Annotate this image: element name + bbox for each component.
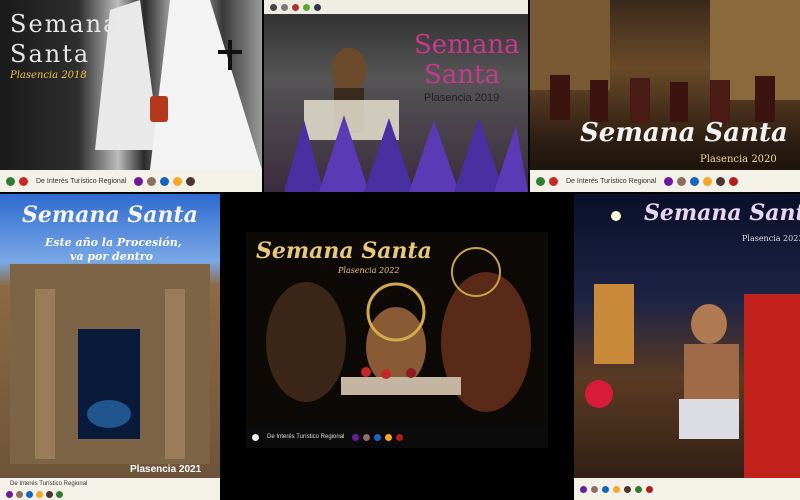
sponsor-logo-row [6,490,63,498]
cofradia-emblem-icon [613,485,620,493]
sponsor-logo-icon [536,176,545,186]
poster-2023: Semana Santa Plasencia 2023 [574,194,800,500]
poster-subtitle: Plasencia 2022 [338,266,400,275]
cofradia-emblem-icon [147,176,157,186]
poster-tagline-line2: va por dentro [70,250,153,263]
poster-2019: Semana Santa Plasencia 2019 [264,0,528,192]
poster-title-line1: Semana [414,30,520,60]
cofradia-emblem-icon [363,433,371,441]
poster-title: Semana Santa [580,118,788,148]
sponsor-logo-icon [252,433,259,441]
poster-title-line2: Santa [10,40,91,68]
poster-title-line2: Santa [424,60,501,90]
sponsor-strip [574,478,800,500]
cofradia-emblem-icon [160,176,170,186]
cofradia-emblem-icon [26,490,33,498]
poster-2020: Semana Santa Plasencia 2020 De Interés T… [530,0,800,192]
sponsor-strip: De Interés Turístico Regional [0,478,220,500]
poster-subtitle: Plasencia 2020 [700,154,777,165]
cofradia-emblem-icon [352,433,360,441]
cofradia-emblem-icon [677,176,687,186]
poster-title: Semana Santa [644,200,800,226]
sponsor-strip: De Interés Turístico Regional [0,170,262,192]
poster-2018: Semana Santa Plasencia 2018 De Interés T… [0,0,262,192]
sponsor-logo-icon [6,176,15,186]
cofradia-emblem-icon [56,490,63,498]
cofradia-emblem-icon [396,433,404,441]
cofradia-emblem-icon [716,176,726,186]
cofradia-emblem-icon [624,485,631,493]
cofradia-emblem-icon [602,485,609,493]
cofradia-emblem-icon [635,485,642,493]
poster-title-line1: Semana [10,10,120,38]
sponsor-strip: De Interés Turístico Regional [246,426,548,448]
cofradia-emblem-icon [385,433,393,441]
sponsor-logo-icon [19,176,28,186]
cofradia-emblem-icon [646,485,653,493]
poster-2022: Semana Santa Plasencia 2022 De Interés T… [246,232,548,448]
cofradia-emblem-icon [186,176,196,186]
cofradia-emblem-icon [173,176,183,186]
poster-subtitle: Plasencia 2021 [130,464,202,475]
cofradia-emblem-icon [36,490,43,498]
poster-subtitle: Plasencia 2018 [10,70,87,81]
poster-subtitle: Plasencia 2019 [424,92,500,104]
cofradia-emblem-icon [664,176,674,186]
cofradia-emblem-icon [591,485,598,493]
sponsor-logo-icon [549,176,558,186]
poster-subtitle: Plasencia 2023 [742,234,800,243]
cofradia-emblem-icon [134,176,144,186]
poster-2021: Semana Santa Este año la Procesión, va p… [0,194,220,500]
cofradia-emblem-icon [703,176,713,186]
sponsor-strip: De Interés Turístico Regional [530,170,800,192]
poster-collage: Semana Santa Plasencia 2018 De Interés T… [0,0,800,500]
poster-footer: De Interés Turístico Regional [10,480,88,487]
poster-title: Semana Santa [22,202,198,228]
cofradia-emblem-icon [46,490,53,498]
poster-footer: De Interés Turístico Regional [566,177,657,185]
cofradia-emblem-icon [690,176,700,186]
poster-footer: De Interés Turístico Regional [267,434,345,440]
cofradia-emblem-icon [580,485,587,493]
cofradia-emblem-icon [16,490,23,498]
poster-tagline-line1: Este año la Procesión, [45,236,182,249]
poster-title: Semana Santa [256,238,432,264]
cofradia-emblem-icon [729,176,739,186]
cofradia-emblem-icon [6,490,13,498]
last-supper-figures-illustration [266,247,531,412]
poster-footer: De Interés Turístico Regional [36,177,127,185]
cofradia-emblem-icon [374,433,382,441]
